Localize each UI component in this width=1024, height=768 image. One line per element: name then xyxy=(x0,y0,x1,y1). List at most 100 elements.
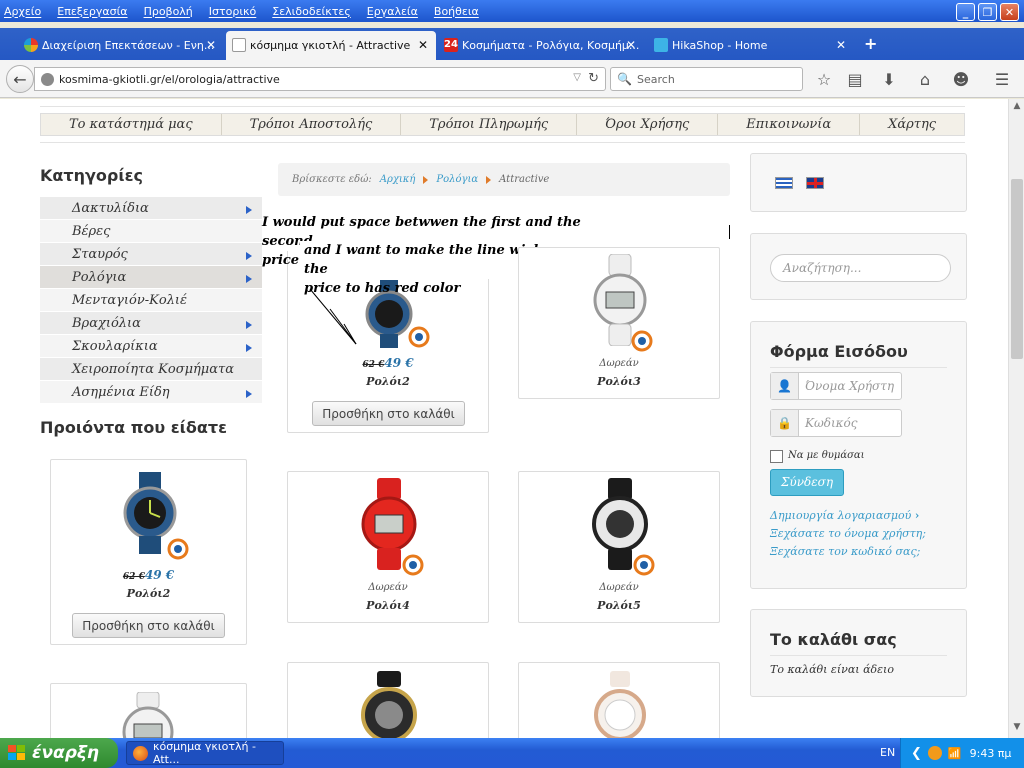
chevron-right-icon xyxy=(246,275,252,283)
bookmark-star-icon[interactable]: ☆ xyxy=(814,70,834,90)
forgot-username-link[interactable]: Ξεχάσατε το όνομα χρήστη; xyxy=(770,527,926,540)
start-button[interactable]: έναρξη xyxy=(0,738,118,768)
remember-checkbox[interactable] xyxy=(770,450,783,463)
nav-store[interactable]: Το κατάστημά μας xyxy=(41,114,222,135)
user-icon: 👤 xyxy=(771,373,799,399)
product-name[interactable]: Ρολόι3 xyxy=(519,375,719,388)
site-favicon-icon xyxy=(232,38,246,52)
breadcrumb-separator-icon xyxy=(423,175,429,184)
add-to-cart-button[interactable]: Προσθήκη στο καλάθι xyxy=(312,401,465,426)
add-to-cart-button[interactable]: Προσθήκη στο καλάθι xyxy=(72,613,225,638)
download-icon[interactable]: ⬇ xyxy=(879,70,899,90)
category-bracelets[interactable]: Βραχιόλια xyxy=(40,312,262,335)
nav-terms[interactable]: Όροι Χρήσης xyxy=(577,114,719,135)
network-icon[interactable]: 📶 xyxy=(948,747,962,760)
chevron-right-icon xyxy=(246,390,252,398)
scroll-up-icon[interactable]: ▲ xyxy=(1011,101,1023,115)
menu-help[interactable]: Βοήθεια xyxy=(434,5,479,18)
site-search-input[interactable]: Αναζήτηση... xyxy=(770,254,951,282)
username-field[interactable]: 👤 Όνομα Χρήστη xyxy=(770,372,902,400)
login-button[interactable]: Σύνδεση xyxy=(770,469,844,496)
close-window-button[interactable]: ✕ xyxy=(1000,3,1019,21)
minimize-button[interactable]: _ xyxy=(956,3,975,21)
product-name[interactable]: Ρολόι4 xyxy=(288,599,488,612)
lock-icon: 🔒 xyxy=(771,410,799,436)
chevron-down-icon[interactable]: ▽ xyxy=(573,72,581,83)
divider xyxy=(40,106,965,107)
cart-module: Το καλάθι σας Το καλάθι είναι άδειο xyxy=(750,609,967,697)
search-placeholder: Search xyxy=(637,72,675,86)
login-title: Φόρμα Εισόδου xyxy=(770,342,908,361)
close-tab-icon[interactable]: ✕ xyxy=(206,38,216,52)
close-tab-icon[interactable]: ✕ xyxy=(836,38,846,52)
back-button[interactable]: ← xyxy=(6,65,34,93)
browser-search-input[interactable]: 🔍 Search xyxy=(610,67,803,91)
hamburger-menu-icon[interactable]: ☰ xyxy=(992,70,1012,90)
reading-list-icon[interactable]: ▤ xyxy=(845,70,865,90)
category-watches[interactable]: Ρολόγια xyxy=(40,266,262,289)
tab-label: Διαχείριση Επεκτάσεων - Ενη... xyxy=(42,39,215,52)
remember-label: Να με θυμάσαι xyxy=(788,450,865,461)
category-earrings[interactable]: Σκουλαρίκια xyxy=(40,335,262,358)
uk-flag-icon[interactable] xyxy=(806,177,824,189)
menu-bookmarks[interactable]: Σελιδοδείκτες xyxy=(272,5,351,18)
nav-payment[interactable]: Τρόποι Πληρωμής xyxy=(401,114,578,135)
product-name[interactable]: Ρολόι2 xyxy=(288,375,488,388)
smiley-icon[interactable]: ☻ xyxy=(951,70,971,90)
password-field[interactable]: 🔒 Κωδικός xyxy=(770,409,902,437)
tab-hikashop[interactable]: HikaShop - Home ✕ xyxy=(648,31,854,60)
taskbar-window-item[interactable]: κόσμημα γκιοτλή - Att... xyxy=(126,740,284,766)
nav-shipping[interactable]: Τρόποι Αποστολής xyxy=(222,114,402,135)
category-label: Βραχιόλια xyxy=(72,316,141,331)
cart-title: Το καλάθι σας xyxy=(770,630,897,649)
product-name[interactable]: Ρολόι5 xyxy=(519,599,719,612)
product-card-7 xyxy=(518,662,720,738)
scroll-down-icon[interactable]: ▼ xyxy=(1011,722,1023,736)
category-rings[interactable]: Δακτυλίδια xyxy=(40,197,262,220)
breadcrumb-watches[interactable]: Ρολόγια xyxy=(436,174,478,185)
maximize-button[interactable]: ❐ xyxy=(978,3,997,21)
vertical-scrollbar[interactable]: ▲ ▼ xyxy=(1008,99,1024,738)
tray-app-icon[interactable] xyxy=(927,746,942,760)
new-tab-button[interactable]: + xyxy=(864,34,877,53)
category-label: Μενταγιόν-Κολιέ xyxy=(72,293,188,308)
tab-kosmimata[interactable]: 24 Κοσμήματα - Ρολόγια, Κοσμήμ... ✕ xyxy=(438,31,644,60)
chevron-right-icon xyxy=(246,206,252,214)
menu-history[interactable]: Ιστορικό xyxy=(209,5,257,18)
divider xyxy=(40,142,965,143)
product-name[interactable]: Ρολόι2 xyxy=(51,587,246,600)
tab-extensions[interactable]: Διαχείριση Επεκτάσεων - Ενη... ✕ xyxy=(18,31,224,60)
create-account-link[interactable]: Δημιουργία λογαριασμού › xyxy=(770,509,919,522)
breadcrumb-home[interactable]: Αρχική xyxy=(380,174,416,185)
url-bar[interactable]: kosmima-gkiotli.gr/el/orologia/attractiv… xyxy=(34,67,606,91)
category-silver[interactable]: Ασημένια Είδη xyxy=(40,381,262,404)
menu-file[interactable]: Αρχείο xyxy=(4,5,41,18)
breadcrumb-prefix: Βρίσκεστε εδώ: xyxy=(292,174,372,185)
old-price: 62 € xyxy=(362,360,385,370)
greek-flag-icon[interactable] xyxy=(775,177,793,189)
close-tab-icon[interactable]: ✕ xyxy=(418,38,428,52)
menu-edit[interactable]: Επεξεργασία xyxy=(57,5,127,18)
close-tab-icon[interactable]: ✕ xyxy=(626,38,636,52)
menu-tools[interactable]: Εργαλεία xyxy=(367,5,418,18)
tray-arrow-icon[interactable]: ❮ xyxy=(911,746,922,761)
chevron-right-icon xyxy=(246,344,252,352)
category-wedding-rings[interactable]: Βέρες xyxy=(40,220,262,243)
forgot-password-link[interactable]: Ξεχάσατε τον κωδικό σας; xyxy=(770,545,920,558)
category-handmade[interactable]: Χειροποίητα Κοσμήματα xyxy=(40,358,262,381)
scrollbar-thumb[interactable] xyxy=(1011,179,1023,359)
nav-map[interactable]: Χάρτης xyxy=(860,114,964,135)
price-block: 62 €49 € xyxy=(51,568,246,582)
language-indicator[interactable]: EN xyxy=(880,746,895,759)
menu-view[interactable]: Προβολή xyxy=(144,5,193,18)
tab-attractive[interactable]: κόσμημα γκιοτλή - Attractive ✕ xyxy=(226,31,436,60)
nav-contact[interactable]: Επικοινωνία xyxy=(718,114,861,135)
category-crosses[interactable]: Σταυρός xyxy=(40,243,262,266)
home-icon[interactable]: ⌂ xyxy=(915,70,935,90)
category-pendants[interactable]: Μενταγιόν-Κολιέ xyxy=(40,289,262,312)
shop-logo-icon xyxy=(631,330,653,352)
reload-icon[interactable]: ↻ xyxy=(588,71,599,86)
free-label: Δωρεάν xyxy=(599,582,639,593)
category-label: Σκουλαρίκια xyxy=(72,339,158,354)
start-label: έναρξη xyxy=(32,743,100,763)
